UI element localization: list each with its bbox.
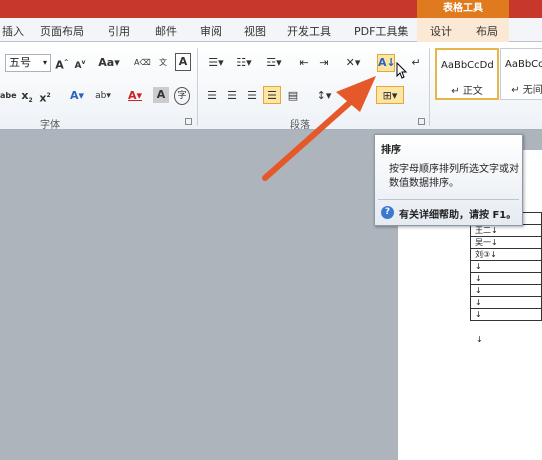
ribbon-tab-bar: 插入 页面布局 引用 邮件 审阅 视图 开发工具 PDF工具集 设计 布局 [0, 18, 542, 42]
sort-tooltip: 排序 按字母顺序排列所选文字或对数值数据排序。 ? 有关详细帮助，请按 F1。 [374, 134, 523, 226]
tab-mailings[interactable]: 邮件 [155, 23, 177, 39]
strikethrough-icon[interactable]: abe [0, 88, 17, 104]
table-cell[interactable]: ↓ [470, 260, 542, 273]
decrease-indent-icon[interactable]: ⇤ [296, 55, 312, 71]
paragraph-group-label: 段落 [290, 120, 310, 131]
line-spacing-icon[interactable]: ↕▾ [313, 88, 335, 104]
style-no-spacing[interactable]: AaBbCcI ↵ 无间隔 [500, 48, 542, 100]
ribbon: 五号 ▾ A^ Av Aa▾ A⌫ 文 A abe x2 x2 A▾ ab▾ A… [0, 42, 542, 131]
table-cell[interactable]: 刘③↓ [470, 248, 542, 261]
enclose-characters-icon[interactable]: 字 [174, 87, 190, 105]
tab-references[interactable]: 引用 [108, 23, 130, 39]
font-color-icon[interactable]: A▾ [124, 88, 146, 104]
help-icon: ? [381, 206, 394, 219]
font-dialog-launcher-icon[interactable] [185, 118, 192, 125]
chinese-layout-icon[interactable]: ✕▾ [342, 55, 364, 71]
align-left-icon[interactable]: ☰ [204, 88, 220, 104]
bullets-icon[interactable]: ☰▾ [204, 55, 228, 71]
font-size-value: 五号 [9, 56, 31, 69]
tab-pdf-tools[interactable]: PDF工具集 [354, 23, 408, 39]
tab-review[interactable]: 审阅 [200, 23, 222, 39]
table-cell[interactable]: 吴一↓ [470, 236, 542, 249]
table-cell[interactable]: 王二↓ [470, 224, 542, 237]
table-cell[interactable]: ↓ [470, 284, 542, 297]
clear-formatting-icon[interactable]: A⌫ [134, 55, 151, 71]
style-normal[interactable]: AaBbCcDd ↵ 正文 [435, 48, 499, 100]
tooltip-divider [378, 199, 519, 200]
tab-layout[interactable]: 布局 [476, 23, 498, 39]
tab-page-layout[interactable]: 页面布局 [40, 23, 84, 39]
table-cell[interactable]: ↓ [470, 308, 542, 321]
distributed-icon[interactable]: ▤ [285, 88, 301, 104]
style-sample: AaBbCcDd [441, 60, 494, 71]
borders-icon[interactable]: ⊞▾ [377, 88, 403, 104]
grow-font-icon[interactable]: A^ [54, 55, 70, 74]
table-cell[interactable]: ↓ [470, 272, 542, 285]
group-separator [429, 48, 430, 126]
style-name: ↵ 无间隔 [511, 85, 542, 96]
show-hide-marks-icon[interactable]: ↵ [408, 55, 424, 71]
table-row[interactable]: 吴一↓ [470, 236, 542, 249]
table-row[interactable]: ↓ [470, 272, 542, 285]
character-border-icon[interactable]: A [175, 53, 191, 71]
table-cell[interactable]: ↓ [470, 296, 542, 309]
multilevel-list-icon[interactable]: ☲▾ [262, 55, 286, 71]
numbering-icon[interactable]: ☷▾ [232, 55, 256, 71]
text-effects-icon[interactable]: A▾ [66, 88, 88, 104]
subscript-icon[interactable]: x2 [20, 88, 34, 109]
table-tools-context-group: 表格工具 [417, 0, 509, 18]
group-separator [197, 48, 198, 126]
table-row[interactable]: ↓ [470, 284, 542, 297]
shrink-font-icon[interactable]: Av [72, 55, 88, 74]
font-group-label: 字体 [40, 120, 60, 131]
paragraph-mark: ↓ [476, 335, 483, 344]
justify-icon[interactable]: ☰ [264, 88, 280, 104]
font-size-dropdown-arrow[interactable]: ▾ [43, 55, 47, 71]
change-case-icon[interactable]: Aa▾ [98, 55, 120, 71]
align-right-icon[interactable]: ☰ [244, 88, 260, 104]
character-shading-icon[interactable]: A [153, 87, 169, 103]
tab-view[interactable]: 视图 [244, 23, 266, 39]
tab-design[interactable]: 设计 [430, 23, 452, 39]
table-row[interactable]: ↓ [470, 296, 542, 309]
phonetic-guide-icon[interactable]: 文 [155, 55, 171, 71]
align-center-icon[interactable]: ☰ [224, 88, 240, 104]
font-size-box[interactable]: 五号 ▾ [5, 54, 51, 72]
increase-indent-icon[interactable]: ⇥ [316, 55, 332, 71]
style-name: ↵ 正文 [451, 86, 483, 97]
paragraph-dialog-launcher-icon[interactable] [418, 118, 425, 125]
tooltip-help-text: 有关详细帮助，请按 F1。 [399, 210, 517, 221]
document-table[interactable]: 李四↓王二↓吴一↓刘③↓↓↓↓↓↓ [470, 212, 542, 321]
tab-developer[interactable]: 开发工具 [287, 23, 331, 39]
mouse-cursor-icon [396, 62, 408, 79]
style-sample: AaBbCcI [505, 59, 542, 70]
tab-insert[interactable]: 插入 [2, 23, 24, 39]
table-row[interactable]: 王二↓ [470, 224, 542, 237]
tooltip-description: 按字母顺序排列所选文字或对数值数据排序。 [389, 164, 519, 189]
superscript-icon[interactable]: x2 [38, 88, 52, 107]
table-row[interactable]: ↓ [470, 260, 542, 273]
highlight-color-icon[interactable]: ab▾ [92, 88, 114, 104]
table-row[interactable]: 刘③↓ [470, 248, 542, 261]
tooltip-title: 排序 [381, 145, 401, 156]
sort-icon[interactable]: A↓ [378, 55, 396, 71]
table-row[interactable]: ↓ [470, 308, 542, 321]
